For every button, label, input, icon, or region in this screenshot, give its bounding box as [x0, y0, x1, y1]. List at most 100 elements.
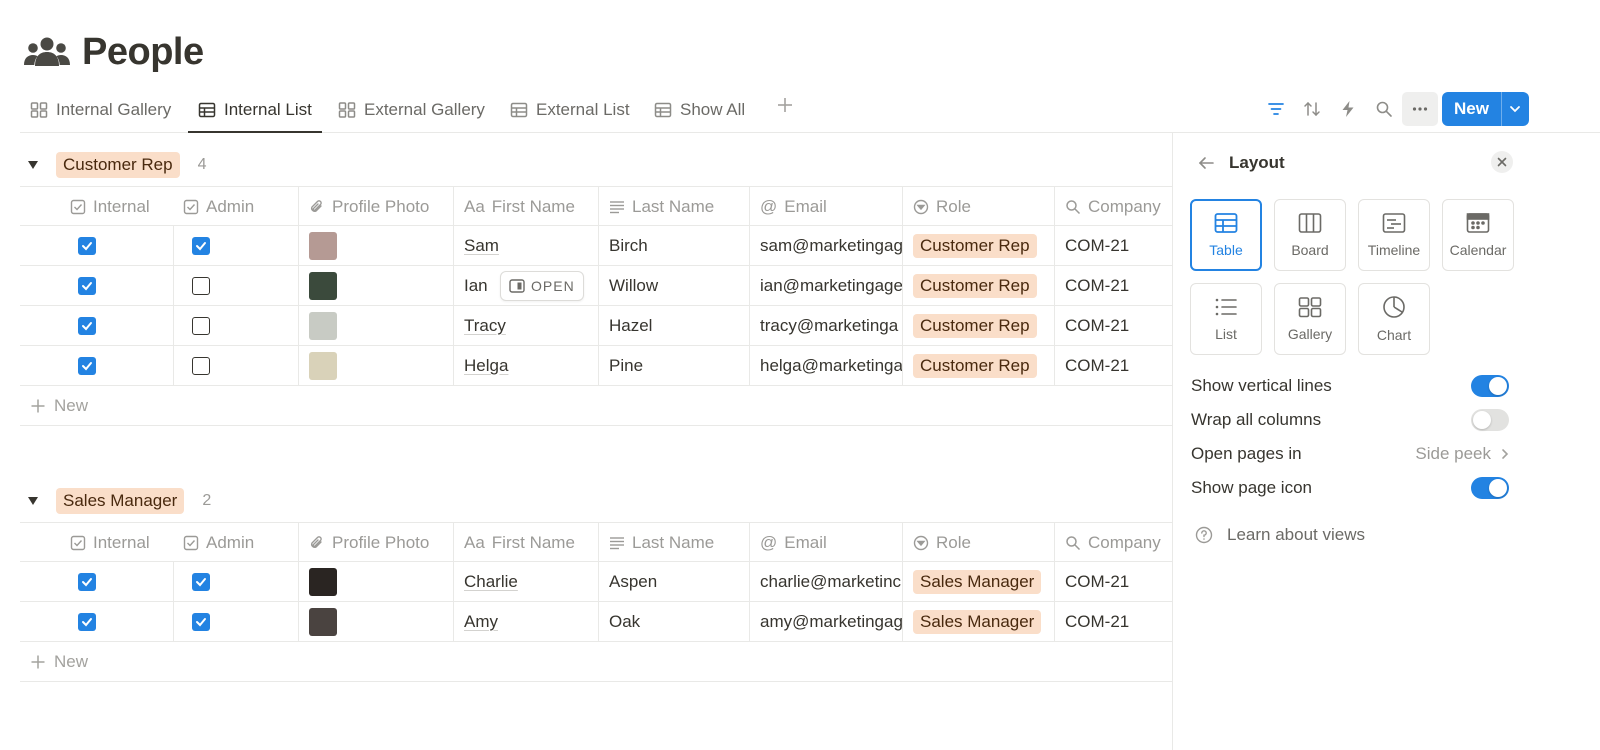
column-header-first-name[interactable]: Aa First Name [453, 523, 598, 563]
last-name-cell[interactable]: Oak [598, 602, 749, 642]
collapse-triangle-icon[interactable] [28, 161, 38, 169]
automation-button[interactable] [1330, 92, 1366, 126]
tab-internal-gallery[interactable]: Internal Gallery [20, 88, 181, 132]
company-cell[interactable]: COM-21 [1054, 226, 1172, 266]
column-header-email[interactable]: @ Email [749, 523, 902, 563]
table-row[interactable]: Amy Oak amy@marketingag Sales Manager CO… [20, 602, 1172, 642]
checkbox-checked[interactable] [78, 277, 96, 295]
layout-option-board[interactable]: Board [1274, 199, 1346, 271]
profile-photo-cell[interactable] [298, 562, 453, 602]
first-name-cell[interactable]: Tracy [453, 306, 598, 346]
role-cell[interactable]: Customer Rep [902, 226, 1054, 266]
tab-internal-list[interactable]: Internal List [188, 88, 322, 133]
role-cell[interactable]: Sales Manager [902, 562, 1054, 602]
more-options-button[interactable] [1402, 92, 1438, 126]
column-header-first-name[interactable]: Aa First Name [453, 187, 598, 227]
role-cell[interactable]: Sales Manager [902, 602, 1054, 642]
checkbox-checked[interactable] [192, 573, 210, 591]
column-header-role[interactable]: Role [902, 523, 1054, 563]
checkbox-checked[interactable] [192, 613, 210, 631]
column-header-email[interactable]: @ Email [749, 187, 902, 227]
email-cell[interactable]: charlie@marketinc [749, 562, 902, 602]
email-cell[interactable]: sam@marketingag [749, 226, 902, 266]
admin-cell[interactable] [173, 266, 298, 306]
profile-photo-cell[interactable] [298, 602, 453, 642]
open-pages-select[interactable]: Side peek [1415, 444, 1509, 464]
close-panel-button[interactable] [1491, 151, 1513, 173]
checkbox-checked[interactable] [78, 317, 96, 335]
email-cell[interactable]: helga@marketinga [749, 346, 902, 386]
email-cell[interactable]: ian@marketingage [749, 266, 902, 306]
company-cell[interactable]: COM-21 [1054, 602, 1172, 642]
table-row[interactable]: Helga Pine helga@marketinga Customer Rep… [20, 346, 1172, 386]
tab-show-all[interactable]: Show All [644, 88, 755, 132]
admin-cell[interactable] [173, 306, 298, 346]
column-header-internal[interactable]: Internal [60, 187, 173, 227]
internal-cell[interactable] [60, 602, 173, 642]
internal-cell[interactable] [60, 562, 173, 602]
add-view-button[interactable] [776, 96, 794, 114]
first-name-cell[interactable]: Amy [453, 602, 598, 642]
admin-cell[interactable] [173, 346, 298, 386]
first-name[interactable]: Tracy [464, 316, 506, 336]
first-name-cell[interactable]: Sam [453, 226, 598, 266]
role-cell[interactable]: Customer Rep [902, 306, 1054, 346]
profile-photo-cell[interactable] [298, 346, 453, 386]
checkbox-unchecked[interactable] [192, 357, 210, 375]
admin-cell[interactable] [173, 226, 298, 266]
page-icon-toggle[interactable] [1471, 477, 1509, 499]
checkbox-unchecked[interactable] [192, 317, 210, 335]
open-page-button[interactable]: OPEN [500, 271, 584, 301]
admin-cell[interactable] [173, 562, 298, 602]
search-button[interactable] [1366, 92, 1402, 126]
last-name-cell[interactable]: Aspen [598, 562, 749, 602]
last-name-cell[interactable]: Hazel [598, 306, 749, 346]
column-header-company[interactable]: Company [1054, 187, 1172, 227]
last-name-cell[interactable]: Pine [598, 346, 749, 386]
first-name-cell[interactable]: Helga [453, 346, 598, 386]
new-button[interactable]: New [1442, 92, 1501, 126]
profile-photo-cell[interactable] [298, 306, 453, 346]
add-row-button[interactable]: New [20, 386, 1172, 426]
checkbox-checked[interactable] [78, 573, 96, 591]
admin-cell[interactable] [173, 602, 298, 642]
role-cell[interactable]: Customer Rep [902, 266, 1054, 306]
first-name[interactable]: Ian [464, 276, 488, 296]
filter-button[interactable] [1258, 92, 1294, 126]
checkbox-unchecked[interactable] [192, 277, 210, 295]
back-button[interactable] [1197, 154, 1215, 172]
column-header-role[interactable]: Role [902, 187, 1054, 227]
layout-option-list[interactable]: List [1190, 283, 1262, 355]
checkbox-checked[interactable] [78, 357, 96, 375]
last-name-cell[interactable]: Willow [598, 266, 749, 306]
checkbox-checked[interactable] [78, 613, 96, 631]
wrap-columns-toggle[interactable] [1471, 409, 1509, 431]
internal-cell[interactable] [60, 266, 173, 306]
first-name[interactable]: Helga [464, 356, 508, 376]
layout-option-calendar[interactable]: Calendar [1442, 199, 1514, 271]
company-cell[interactable]: COM-21 [1054, 266, 1172, 306]
column-header-profile-photo[interactable]: Profile Photo [298, 187, 453, 227]
column-header-profile-photo[interactable]: Profile Photo [298, 523, 453, 563]
last-name-cell[interactable]: Birch [598, 226, 749, 266]
vertical-lines-toggle[interactable] [1471, 375, 1509, 397]
group-header-customer-rep[interactable]: Customer Rep 4 [28, 151, 207, 179]
tab-external-gallery[interactable]: External Gallery [328, 88, 495, 132]
table-row[interactable]: Tracy Hazel tracy@marketinga Customer Re… [20, 306, 1172, 346]
layout-option-timeline[interactable]: Timeline [1358, 199, 1430, 271]
column-header-admin[interactable]: Admin [173, 187, 298, 227]
layout-option-chart[interactable]: Chart [1358, 283, 1430, 355]
first-name-cell[interactable]: Charlie [453, 562, 598, 602]
learn-about-views-link[interactable]: Learn about views [1195, 525, 1365, 545]
profile-photo-cell[interactable] [298, 226, 453, 266]
first-name[interactable]: Amy [464, 612, 498, 632]
layout-option-gallery[interactable]: Gallery [1274, 283, 1346, 355]
table-row[interactable]: Sam Birch sam@marketingag Customer Rep C… [20, 226, 1172, 266]
column-header-company[interactable]: Company [1054, 523, 1172, 563]
checkbox-checked[interactable] [78, 237, 96, 255]
first-name[interactable]: Sam [464, 236, 499, 256]
layout-option-table[interactable]: Table [1190, 199, 1262, 271]
collapse-triangle-icon[interactable] [28, 497, 38, 505]
company-cell[interactable]: COM-21 [1054, 562, 1172, 602]
add-row-button[interactable]: New [20, 642, 1172, 682]
